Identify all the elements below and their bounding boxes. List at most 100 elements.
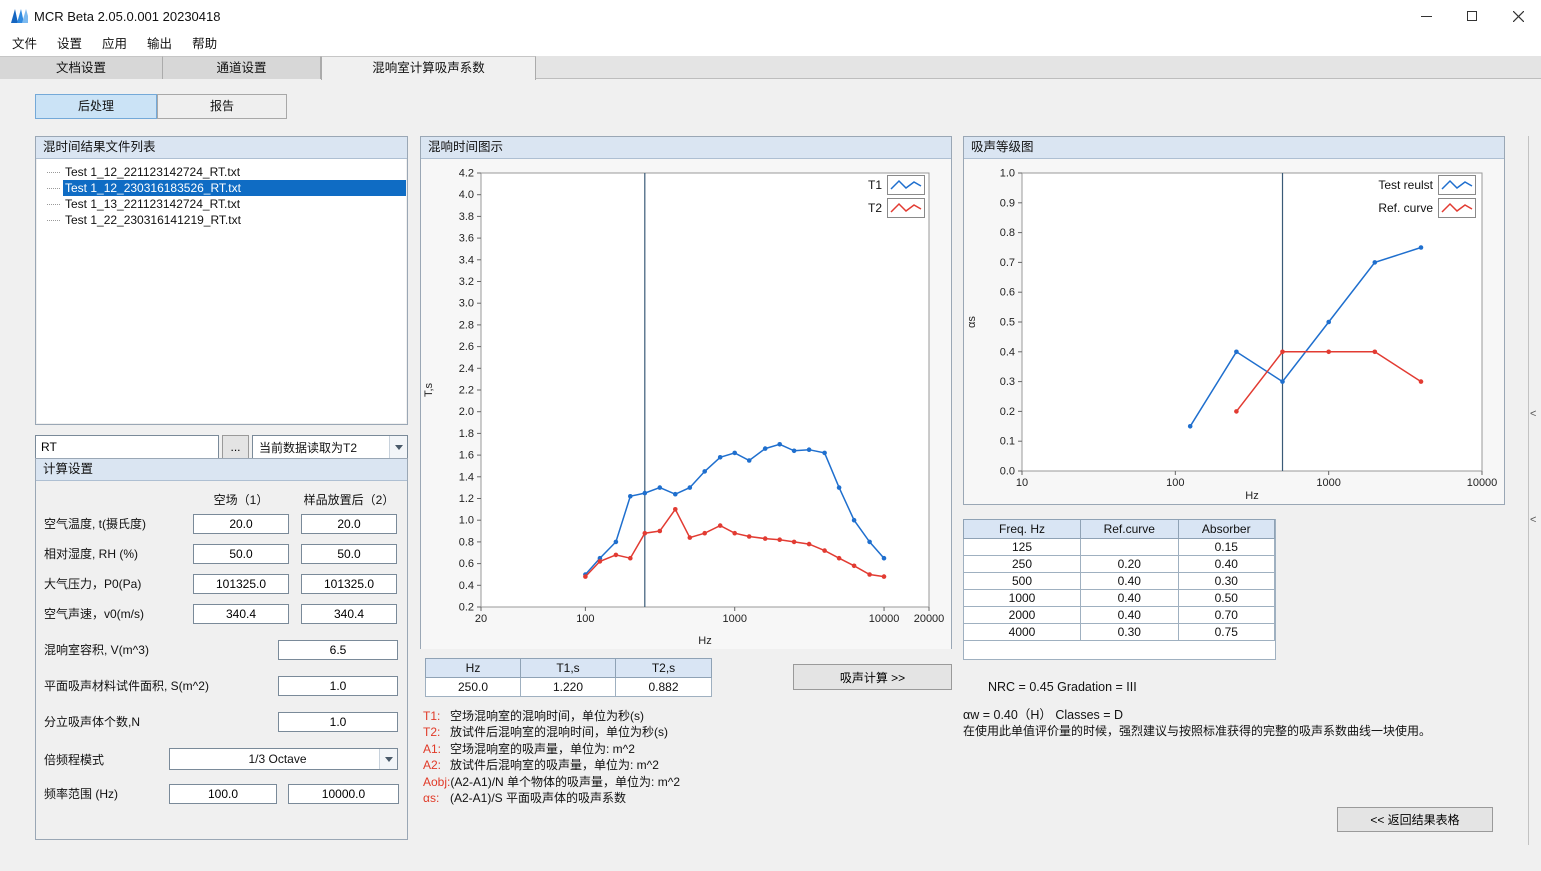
humidity-field-1[interactable] xyxy=(193,544,289,564)
svg-text:Hz: Hz xyxy=(698,635,711,647)
absorption-calc-button[interactable]: 吸声计算 >> xyxy=(793,664,952,690)
pressure-field-2[interactable] xyxy=(301,574,397,594)
rt-chart-panel: 混响时间图示 0.20.40.60.81.01.21.41.61.82.02.2… xyxy=(420,136,952,649)
svg-text:0.2: 0.2 xyxy=(1000,406,1015,418)
pressure-field-1[interactable] xyxy=(193,574,289,594)
rt-file-list-panel: 混时间结果文件列表 Test 1_12_221123142724_RT.txt … xyxy=(35,136,408,425)
nrc-result-text: NRC = 0.45 Gradation = III xyxy=(988,680,1137,694)
menu-file[interactable]: 文件 xyxy=(2,32,47,56)
collapse-left-icon[interactable]: < xyxy=(1530,514,1536,526)
menu-settings[interactable]: 设置 xyxy=(47,32,92,56)
svg-text:3.2: 3.2 xyxy=(459,276,474,288)
reverberation-time-chart[interactable]: 0.20.40.60.81.01.21.41.61.82.02.22.42.62… xyxy=(421,159,951,649)
subtab-postprocess[interactable]: 后处理 xyxy=(35,94,157,119)
minimize-icon xyxy=(1421,16,1432,17)
title-bar: MCR Beta 2.05.0.001 20230418 xyxy=(0,0,1541,32)
list-item[interactable]: Test 1_13_221123142724_RT.txt xyxy=(37,196,406,212)
close-button[interactable] xyxy=(1495,0,1541,32)
note-aobj: Aobj:(A2-A1)/N 单个物体的吸声量，单位为: m^2 xyxy=(423,774,953,790)
svg-text:3.4: 3.4 xyxy=(459,254,474,266)
sound-speed-label: 空气声速，v0(m/s) xyxy=(44,604,144,624)
window-title: MCR Beta 2.05.0.001 20230418 xyxy=(34,9,220,24)
tab-channel-settings[interactable]: 通道设置 xyxy=(163,56,321,79)
legend-label-t1: T1 xyxy=(868,178,882,192)
air-temperature-field-1[interactable] xyxy=(193,514,289,534)
absorber-count-field[interactable] xyxy=(278,712,398,732)
sample-area-label: 平面吸声材料试件面积, S(m^2) xyxy=(44,676,209,696)
current-data-dropdown[interactable]: 当前数据读取为T2 xyxy=(252,435,408,459)
col-header-freq: Freq. Hz xyxy=(964,520,1081,539)
variable-notes: T1:空场混响室的混响时间，单位为秒(s) T2:放试件后混响室的混响时间，单位… xyxy=(423,708,953,806)
air-temperature-label: 空气温度, t(摄氏度) xyxy=(44,514,146,534)
tree-branch-icon xyxy=(47,204,60,205)
table-row: 5000.400.30 xyxy=(964,573,1275,590)
rt-chart-title: 混响时间图示 xyxy=(421,137,951,159)
list-item-selected[interactable]: Test 1_12_230316183526_RT.txt xyxy=(37,180,406,196)
freq-range-to-field[interactable] xyxy=(288,784,399,804)
humidity-field-2[interactable] xyxy=(301,544,397,564)
room-volume-field[interactable] xyxy=(278,640,398,660)
svg-text:3.6: 3.6 xyxy=(459,233,474,245)
svg-text:10000: 10000 xyxy=(869,613,900,625)
svg-text:1.0: 1.0 xyxy=(1000,168,1015,180)
rt-chart-legend: T1 T2 xyxy=(868,175,925,218)
svg-text:10000: 10000 xyxy=(1467,477,1498,489)
menu-application[interactable]: 应用 xyxy=(92,32,137,56)
svg-text:100: 100 xyxy=(576,613,594,625)
menu-output[interactable]: 输出 xyxy=(137,32,182,56)
svg-text:1.6: 1.6 xyxy=(459,450,474,462)
svg-text:0.8: 0.8 xyxy=(459,536,474,548)
svg-text:0.5: 0.5 xyxy=(1000,317,1015,329)
svg-text:3.0: 3.0 xyxy=(459,298,474,310)
rt-name-input[interactable] xyxy=(35,435,219,459)
close-icon xyxy=(1513,11,1524,22)
single-value-warning-text: 在使用此单值评价量的时候，强烈建议与按照标准获得的完整的吸声系数曲线一块使用。 xyxy=(963,722,1508,739)
ref-curve-line-icon xyxy=(1438,198,1476,218)
col-header-absorber: Absorber xyxy=(1178,520,1275,539)
svg-text:0.4: 0.4 xyxy=(459,580,474,592)
svg-text:0.1: 0.1 xyxy=(1000,436,1015,448)
svg-text:0.9: 0.9 xyxy=(1000,197,1015,209)
alpha-w-result-text: αw = 0.40（H） Classes = D xyxy=(963,704,1123,723)
svg-text:αs: αs xyxy=(966,316,978,328)
octave-mode-dropdown[interactable]: 1/3 Octave xyxy=(169,748,398,770)
svg-text:0.6: 0.6 xyxy=(459,558,474,570)
svg-text:1.0: 1.0 xyxy=(459,515,474,527)
list-item[interactable]: Test 1_12_221123142724_RT.txt xyxy=(37,164,406,180)
svg-text:0.8: 0.8 xyxy=(1000,227,1015,239)
svg-text:1000: 1000 xyxy=(1316,477,1340,489)
pressure-label: 大气压力，P0(Pa) xyxy=(44,574,141,594)
table-row: 2500.200.40 xyxy=(964,556,1275,573)
absorption-chart-panel: 吸声等级图 0.00.10.20.30.40.50.60.70.80.91.01… xyxy=(963,136,1505,505)
right-panel-splitter[interactable]: < < xyxy=(1528,136,1538,845)
tab-reverb-room-absorption[interactable]: 混响室计算吸声系数 xyxy=(321,56,536,80)
note-t2: T2:放试件后混响室的混响时间，单位为秒(s) xyxy=(423,724,953,740)
svg-text:2.8: 2.8 xyxy=(459,319,474,331)
collapse-left-icon[interactable]: < xyxy=(1530,408,1536,420)
legend-label-ref-curve: Ref. curve xyxy=(1378,201,1433,215)
air-temperature-field-2[interactable] xyxy=(301,514,397,534)
subtab-report[interactable]: 报告 xyxy=(157,94,287,119)
freq-range-from-field[interactable] xyxy=(169,784,277,804)
svg-text:T,s: T,s xyxy=(423,382,435,397)
test-result-line-icon xyxy=(1438,175,1476,195)
minimize-button[interactable] xyxy=(1403,0,1449,32)
svg-text:100: 100 xyxy=(1166,477,1184,489)
note-a1: A1:空场混响室的吸声量，单位为: m^2 xyxy=(423,741,953,757)
back-to-results-button[interactable]: << 返回结果表格 xyxy=(1337,807,1493,832)
tab-document-settings[interactable]: 文档设置 xyxy=(0,56,163,79)
note-t1: T1:空场混响室的混响时间，单位为秒(s) xyxy=(423,708,953,724)
svg-text:2.4: 2.4 xyxy=(459,363,474,375)
col-header-refcurve: Ref.curve xyxy=(1081,520,1178,539)
absorber-count-label: 分立吸声体个数,N xyxy=(44,712,140,732)
rt-readout-table: Hz T1,s T2,s 250.0 1.220 0.882 xyxy=(425,658,712,697)
rt-file-list[interactable]: Test 1_12_221123142724_RT.txt Test 1_12_… xyxy=(37,159,406,423)
menu-help[interactable]: 帮助 xyxy=(182,32,227,56)
browse-button[interactable]: ... xyxy=(222,435,249,459)
list-item[interactable]: Test 1_22_230316141219_RT.txt xyxy=(37,212,406,228)
sound-speed-field-2[interactable] xyxy=(301,604,397,624)
maximize-button[interactable] xyxy=(1449,0,1495,32)
col-header: T2,s xyxy=(616,659,712,678)
sound-speed-field-1[interactable] xyxy=(193,604,289,624)
sample-area-field[interactable] xyxy=(278,676,398,696)
